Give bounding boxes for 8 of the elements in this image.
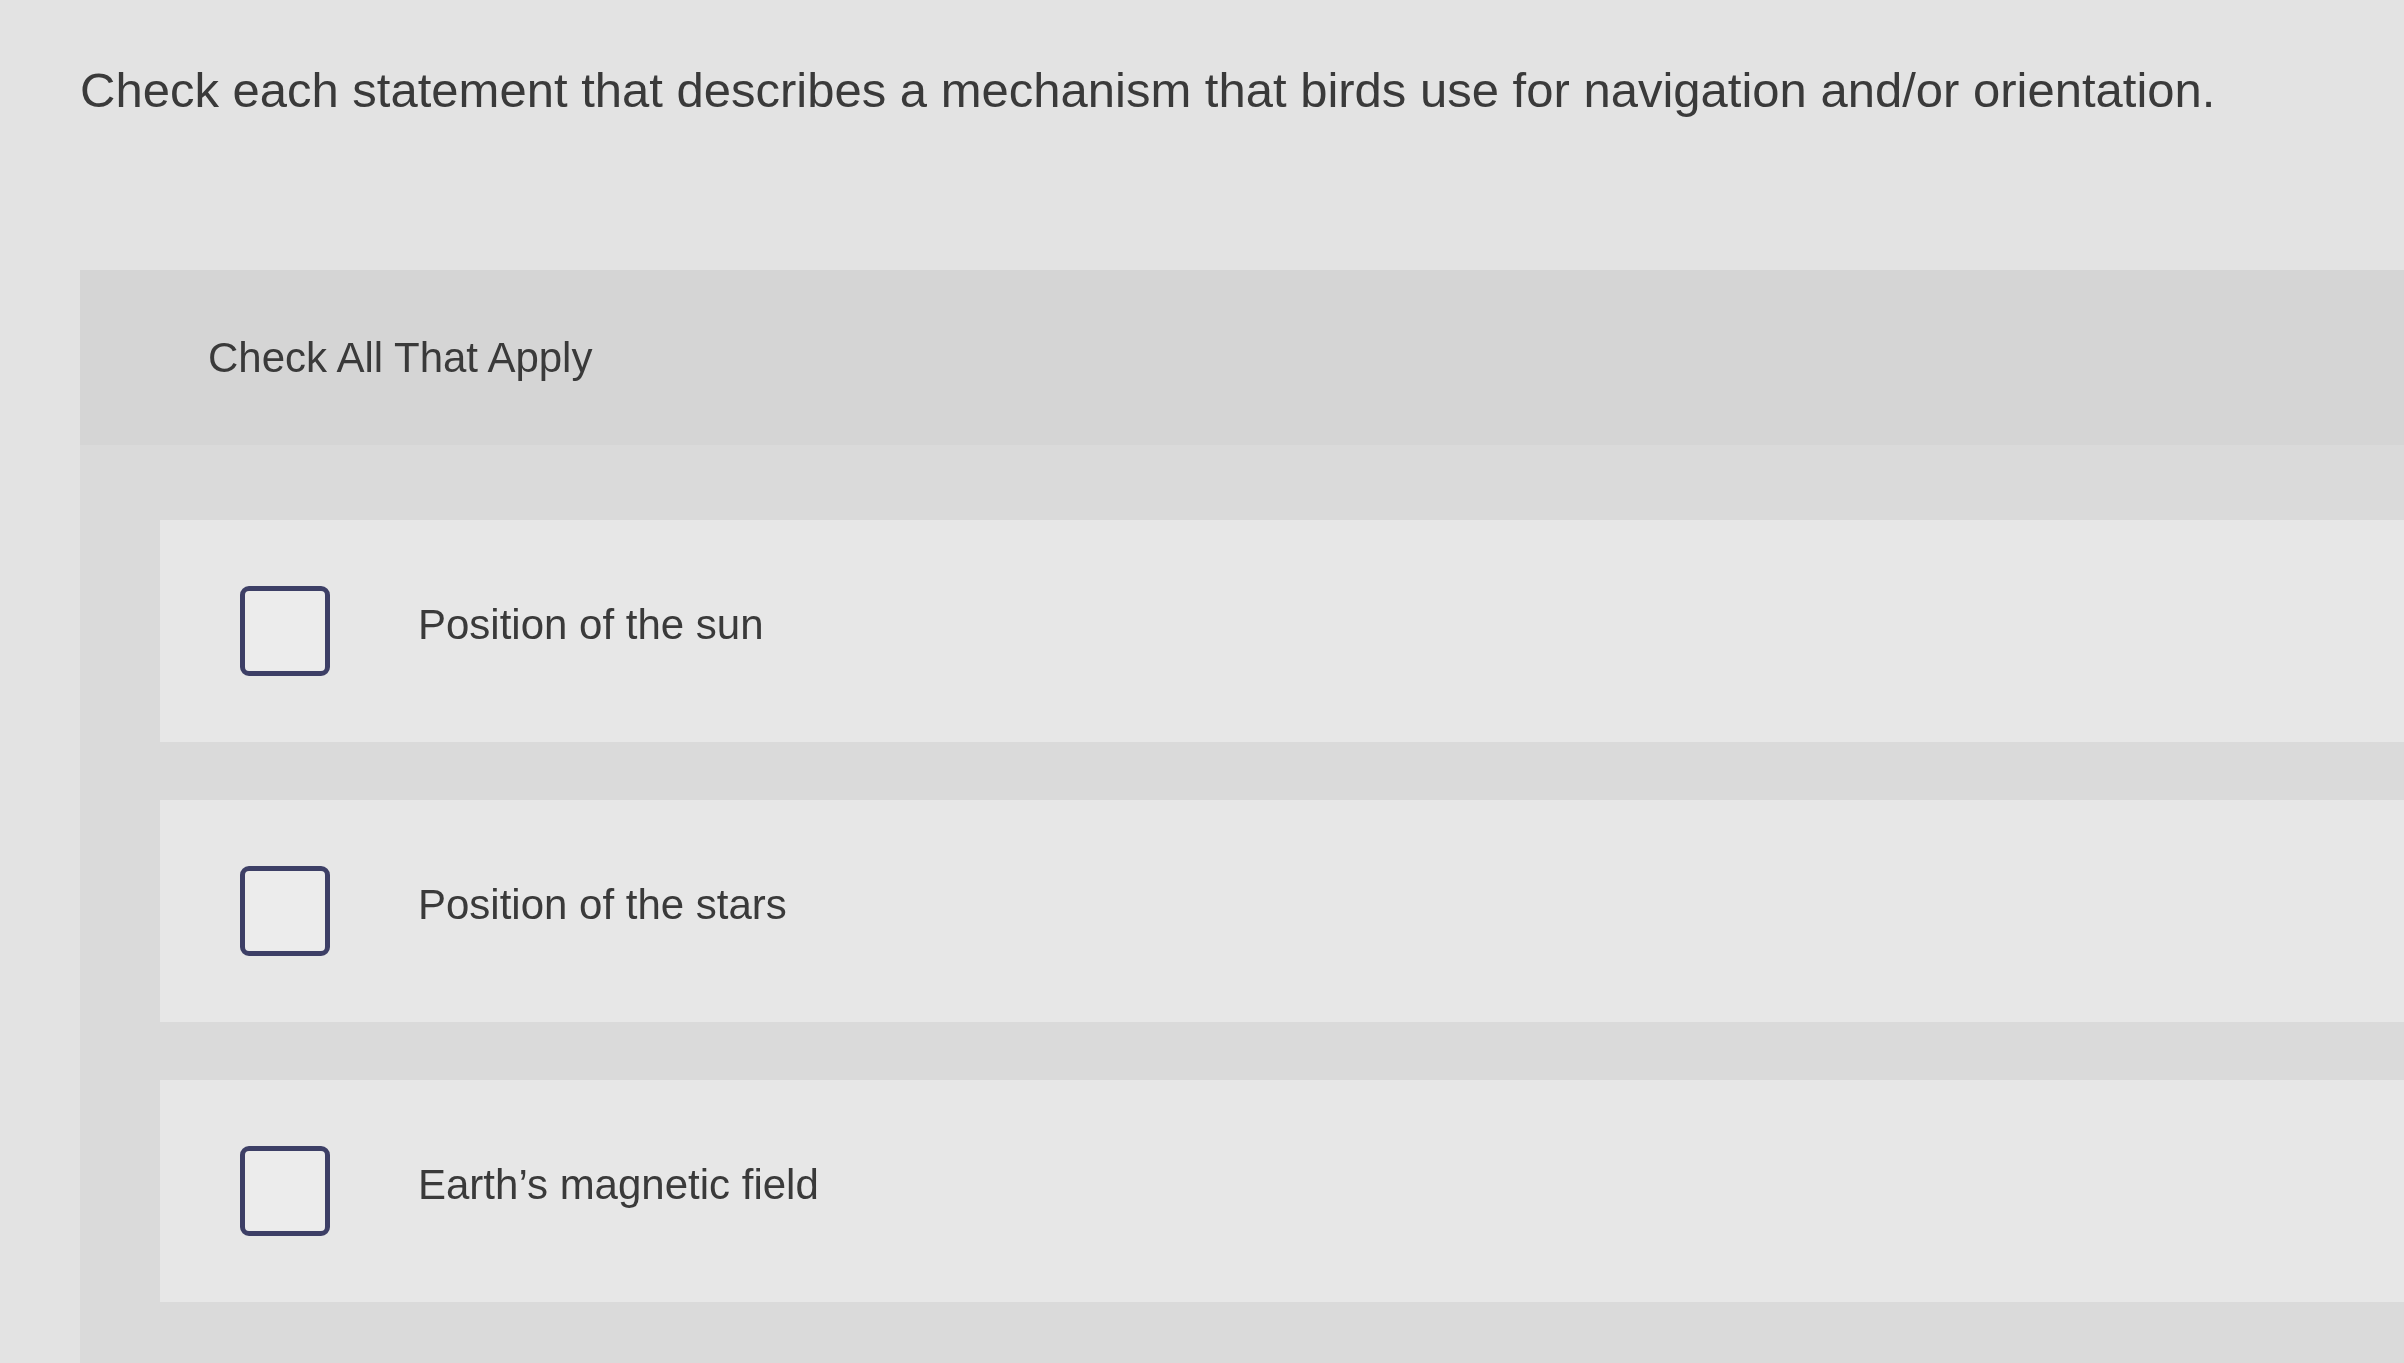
option-label: Position of the stars	[418, 880, 787, 930]
checkbox[interactable]	[240, 866, 330, 956]
checkbox[interactable]	[240, 586, 330, 676]
instruction-text: Check All That Apply	[208, 332, 593, 383]
option-label: Position of the sun	[418, 600, 764, 650]
question-text: Check each statement that describes a mechanism that birds use for navigation and/or orientation.	[80, 62, 2216, 119]
checkbox[interactable]	[240, 1146, 330, 1236]
option-label: Earth’s magnetic field	[418, 1160, 819, 1210]
